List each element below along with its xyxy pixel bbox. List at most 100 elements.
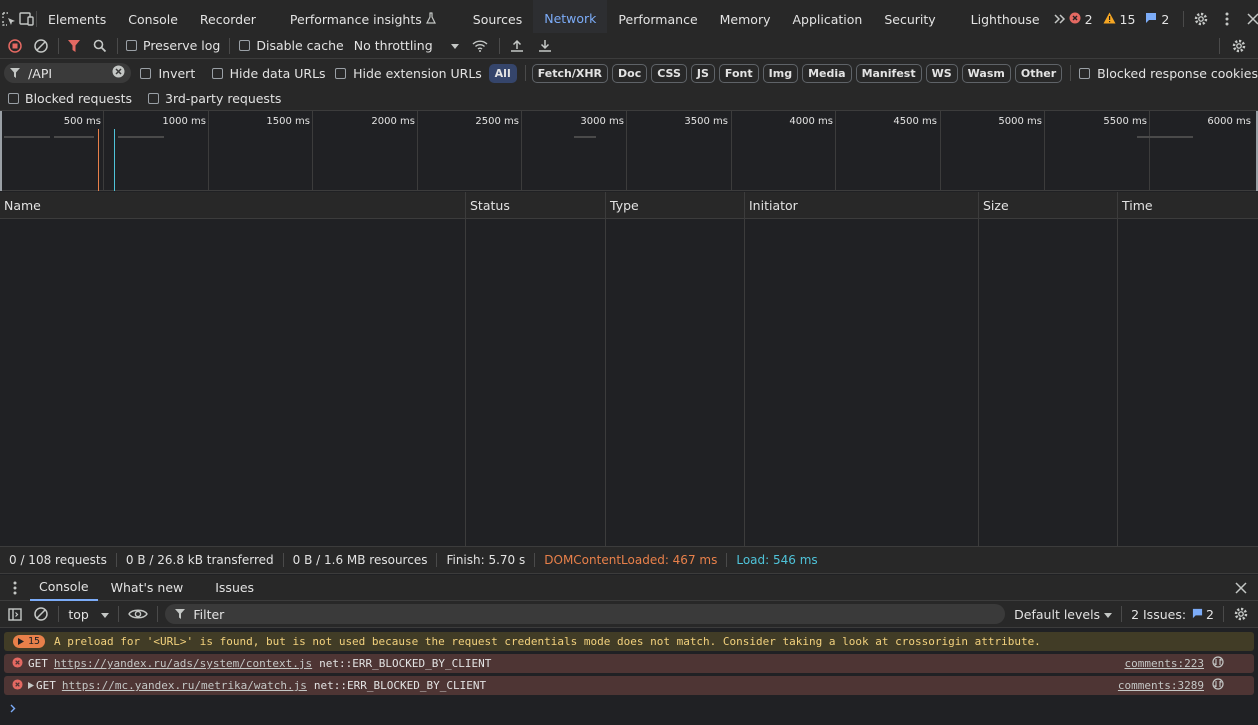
hide-extension-urls-label: Hide extension URLs [353, 65, 482, 81]
network-request-icon[interactable] [1212, 656, 1224, 671]
log-levels-select[interactable]: Default levels [1014, 607, 1113, 622]
summary-resources: 0 B / 1.6 MB resources [284, 553, 438, 567]
clear-console-icon[interactable] [32, 605, 50, 623]
timeline-tick-label: 1500 ms [266, 116, 310, 127]
error-icon [12, 678, 23, 693]
toolbar-divider [1070, 65, 1072, 81]
toolbar-divider [117, 606, 119, 622]
clear-filter-icon[interactable] [112, 65, 125, 81]
timeline-left-handle[interactable] [0, 111, 3, 191]
show-sidebar-icon[interactable] [6, 605, 24, 623]
column-divider[interactable] [465, 192, 466, 546]
network-request-icon[interactable] [1212, 678, 1224, 693]
issues-link-count: 2 [1206, 606, 1214, 622]
errors-counter[interactable]: 2 [1069, 12, 1093, 27]
timeline-gridline [835, 111, 836, 191]
import-har-icon[interactable] [508, 37, 526, 55]
close-devtools-icon[interactable] [1244, 10, 1258, 28]
close-drawer-icon[interactable] [1232, 579, 1250, 597]
expand-triangle-icon[interactable] [28, 679, 34, 692]
chip-css[interactable]: CSS [651, 63, 687, 83]
inspect-element-icon[interactable] [0, 10, 18, 28]
console-error-message[interactable]: GET https://yandex.ru/ads/system/context… [4, 654, 1254, 673]
chip-manifest[interactable]: Manifest [855, 63, 922, 83]
summary-domcontentloaded: DOMContentLoaded: 467 ms [535, 553, 728, 567]
column-header-size[interactable]: Size [979, 192, 1009, 219]
tab-performance-insights-label: Performance insights [289, 11, 422, 27]
chip-font[interactable]: Font [718, 63, 759, 83]
column-header-initiator[interactable]: Initiator [745, 192, 798, 219]
column-divider[interactable] [978, 192, 979, 546]
column-header-time[interactable]: Time [1118, 192, 1153, 219]
chip-fetch-xhr[interactable]: Fetch/XHR [531, 63, 609, 83]
network-settings-gear-icon[interactable] [1230, 37, 1248, 55]
column-header-name[interactable]: Name [0, 192, 41, 219]
issues-counter[interactable]: 2 [1145, 12, 1169, 27]
dropdown-arrow-icon [100, 607, 109, 622]
chip-other[interactable]: Other [1014, 63, 1063, 83]
invert-label: Invert [158, 65, 196, 81]
toolbar-divider [1121, 606, 1123, 622]
network-overview-timeline[interactable]: 500 ms 1000 ms 1500 ms 2000 ms 2500 ms 3… [0, 111, 1258, 191]
warnings-counter[interactable]: 15 [1103, 12, 1135, 27]
summary-requests: 0 / 108 requests [0, 553, 117, 567]
context-selector[interactable]: top [68, 606, 109, 622]
disable-cache-checkbox[interactable] [239, 40, 251, 51]
filter-input[interactable]: /API [4, 63, 131, 83]
chip-media[interactable]: Media [802, 63, 852, 83]
issues-link[interactable]: 2 Issues: 2 [1131, 607, 1214, 622]
error-source-link[interactable]: comments:3289 [1118, 679, 1204, 692]
column-divider[interactable] [605, 192, 606, 546]
clear-icon[interactable] [32, 37, 50, 55]
live-expression-eye-icon[interactable] [127, 605, 149, 623]
third-party-requests-checkbox[interactable] [148, 93, 159, 104]
more-options-icon[interactable] [1218, 10, 1236, 28]
column-header-status[interactable]: Status [466, 192, 510, 219]
hide-data-urls-checkbox[interactable] [211, 67, 223, 79]
drawer-tab-issues[interactable]: Issues [206, 575, 263, 601]
error-source-link[interactable]: comments:223 [1125, 657, 1204, 670]
console-warning-message[interactable]: 15 A preload for '<URL>' is found, but i… [4, 632, 1254, 651]
third-party-requests-label: 3rd-party requests [165, 91, 282, 106]
blocked-response-cookies-checkbox[interactable] [1079, 67, 1091, 79]
console-prompt[interactable] [10, 700, 16, 716]
column-divider[interactable] [744, 192, 745, 546]
chip-all[interactable]: All [488, 63, 517, 83]
column-header-type[interactable]: Type [606, 192, 639, 219]
network-conditions-icon[interactable] [471, 37, 489, 55]
drawer-menu-icon[interactable] [6, 579, 24, 597]
filter-input-value: /API [28, 65, 53, 81]
error-url-link[interactable]: https://mc.yandex.ru/metrika/watch.js [62, 679, 307, 692]
requests-table-header: Name Status Type Initiator Size Time [0, 192, 1258, 219]
disable-cache-label: Disable cache [256, 38, 344, 53]
drawer-tab-console[interactable]: Console [30, 575, 98, 601]
more-tabs-icon[interactable] [1051, 10, 1069, 28]
device-toolbar-icon[interactable] [18, 10, 36, 28]
column-divider[interactable] [1117, 192, 1118, 546]
chip-img[interactable]: Img [762, 63, 799, 83]
warning-text: A preload for '<URL>' is found, but is n… [54, 635, 1041, 648]
error-url-link[interactable]: https://yandex.ru/ads/system/context.js [54, 657, 312, 670]
chip-doc[interactable]: Doc [612, 63, 648, 83]
export-har-icon[interactable] [536, 37, 554, 55]
console-settings-gear-icon[interactable] [1232, 605, 1250, 623]
toolbar-divider [1223, 606, 1224, 622]
warning-repeat-badge[interactable]: 15 [13, 635, 46, 648]
invert-checkbox[interactable] [140, 67, 152, 79]
filter-funnel-icon[interactable] [65, 37, 83, 55]
console-filter-input[interactable]: Filter [165, 604, 1006, 624]
chip-js[interactable]: JS [690, 63, 715, 83]
context-value: top [68, 606, 89, 622]
drawer-tab-whats-new[interactable]: What's new [102, 575, 193, 601]
settings-gear-icon[interactable] [1192, 10, 1210, 28]
record-stop-icon[interactable] [6, 37, 24, 55]
chip-wasm[interactable]: Wasm [961, 63, 1011, 83]
blocked-requests-checkbox[interactable] [8, 93, 19, 104]
hide-extension-urls-checkbox[interactable] [335, 67, 347, 79]
search-icon[interactable] [91, 37, 109, 55]
network-filter-bar-secondary: Blocked requests 3rd-party requests [0, 87, 1258, 111]
chip-ws[interactable]: WS [925, 63, 958, 83]
throttling-select[interactable]: No throttling [354, 38, 459, 53]
console-error-message[interactable]: GET https://mc.yandex.ru/metrika/watch.j… [4, 676, 1254, 695]
preserve-log-checkbox[interactable] [126, 40, 137, 51]
